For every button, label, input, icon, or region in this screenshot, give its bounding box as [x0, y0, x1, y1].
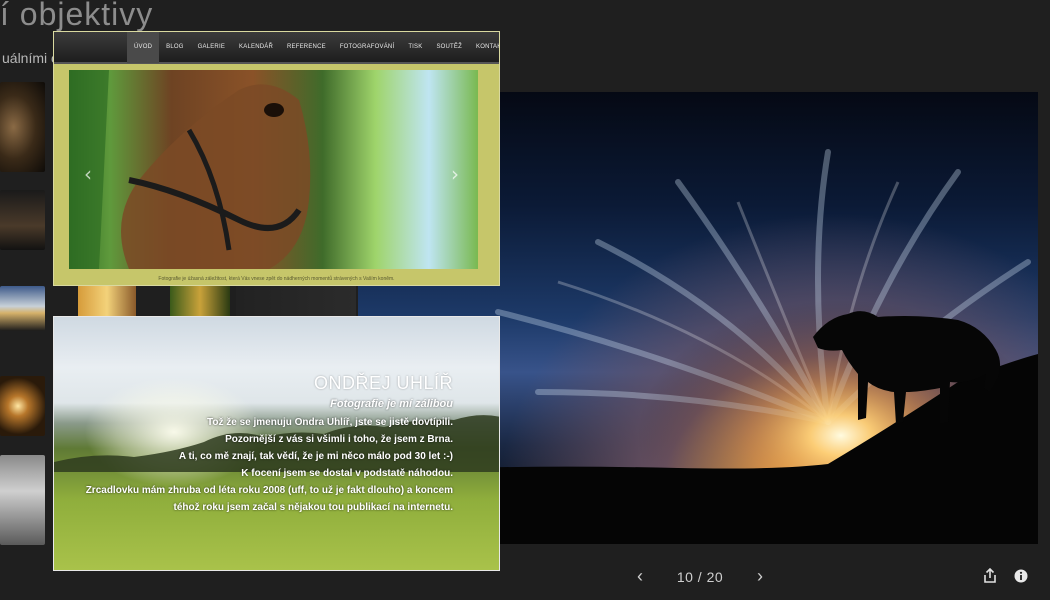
background-thumbnail[interactable]: [170, 286, 230, 316]
background-thumbnail[interactable]: [0, 376, 45, 436]
nav-item-tisk[interactable]: Tisk: [401, 32, 429, 63]
background-thumbnail[interactable]: [0, 190, 45, 250]
nav-item-soutez[interactable]: Soutěž: [429, 32, 469, 63]
about-text-block: ONDŘEJ UHLÍŘ Fotografie je mí zálibou To…: [86, 373, 453, 516]
background-page-subtitle: uálními o: [2, 50, 59, 66]
background-thumbnail[interactable]: [78, 286, 136, 316]
nav-item-uvod[interactable]: Úvod: [127, 32, 160, 63]
horse-hero-image: [69, 70, 478, 269]
about-line: A ti, co mě znají, tak vědí, že je mi ně…: [178, 451, 453, 462]
info-icon[interactable]: [1014, 568, 1030, 584]
background-thumbnail[interactable]: [0, 455, 45, 545]
hero-caption: Fotografie je úžasná záležitost, která V…: [158, 276, 395, 282]
image-counter: 10 / 20: [676, 568, 724, 585]
chevron-right-icon[interactable]: ›: [750, 566, 770, 587]
share-icon[interactable]: [983, 567, 999, 584]
author-name: ONDŘEJ UHLÍŘ: [313, 373, 453, 393]
about-line: K focení jsem se dostal v podstatě náhod…: [241, 468, 453, 479]
lightbox-stage: í objektivy uálními o ‹ 10 / 20 › ÚVOD B…: [0, 0, 1050, 600]
nav-item-galerie[interactable]: Galerie: [191, 32, 232, 63]
nav-item-blog[interactable]: Blog: [159, 32, 190, 63]
viewer-pager: ‹ 10 / 20 ›: [630, 566, 770, 587]
background-thumbnail[interactable]: [0, 82, 45, 172]
nav-item-reference[interactable]: Reference: [280, 32, 333, 63]
about-line: Pozornější z vás si všimli i toho, že js…: [225, 434, 453, 445]
website-screenshot-horse: Úvod Blog Galerie Kalendář akcí Referenc…: [53, 31, 500, 286]
website-screenshot-about: ONDŘEJ UHLÍŘ Fotografie je mí zálibou To…: [53, 316, 500, 571]
slider-prev-icon[interactable]: ‹: [84, 162, 92, 186]
nav-item-kalendar[interactable]: Kalendář akcí: [232, 32, 280, 82]
about-line: Tož že se jmenuju Ondra Uhlíř, jste se j…: [207, 417, 453, 428]
background-page-title: í objektivy: [0, 0, 154, 32]
about-line: Zrcadlovku mám zhruba od léta roku 2008 …: [85, 485, 453, 496]
nav-item-fotografovani[interactable]: Fotografování: [333, 32, 402, 63]
about-line: téhož roku jsem začal s nějakou tou publ…: [173, 502, 453, 513]
background-thumbnail[interactable]: [0, 286, 45, 331]
nav-item-kontakt[interactable]: Kontakt: [469, 32, 499, 63]
about-lead: Fotografie je mí zálibou: [330, 398, 453, 410]
site-navigation: Úvod Blog Galerie Kalendář akcí Referenc…: [54, 32, 499, 82]
background-thumbnail[interactable]: [236, 286, 356, 316]
chevron-left-icon[interactable]: ‹: [630, 566, 650, 587]
slider-next-icon[interactable]: ›: [451, 162, 459, 186]
